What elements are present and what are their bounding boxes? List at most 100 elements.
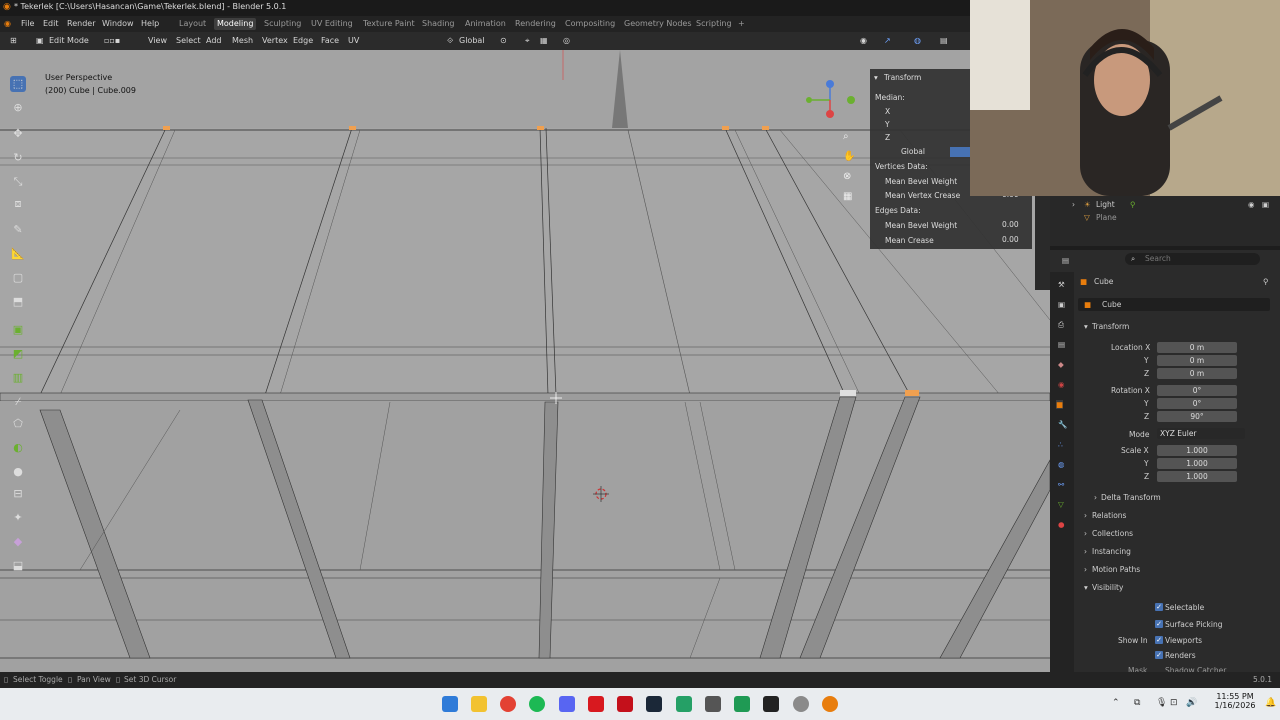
select-box-tool-icon[interactable]: ⬚ (10, 76, 26, 92)
physics-tab-icon[interactable]: ◍ (1058, 460, 1065, 469)
transform-section-header[interactable]: Transform (1092, 322, 1129, 331)
outliner-item-light[interactable]: Light (1096, 200, 1115, 209)
loop-cut-tool-icon[interactable]: ▥ (10, 370, 26, 386)
windows-start-icon[interactable] (442, 696, 458, 712)
rotation-mode-dropdown[interactable]: XYZ Euler (1157, 428, 1245, 439)
motion-paths-section[interactable]: Motion Paths (1092, 565, 1140, 574)
pin-icon[interactable]: ⚲ (1263, 277, 1269, 286)
renders-checkbox[interactable]: ✓ (1155, 651, 1163, 659)
delta-transform-expand-icon[interactable]: › (1094, 493, 1097, 502)
tab-animation[interactable]: Animation (462, 18, 509, 30)
tab-geometry-nodes[interactable]: Geometry Nodes (621, 18, 694, 30)
space-local-button[interactable] (950, 147, 970, 157)
instancing-section[interactable]: Instancing (1092, 547, 1131, 556)
file-explorer-icon[interactable] (471, 696, 487, 712)
spin-tool-icon[interactable]: ◐ (10, 440, 26, 456)
scene-tab-icon[interactable]: ◆ (1058, 360, 1064, 369)
relations-section[interactable]: Relations (1092, 511, 1126, 520)
menu-add[interactable]: Add (206, 36, 222, 45)
menu-face[interactable]: Face (321, 36, 339, 45)
blender-taskbar-icon[interactable] (822, 696, 838, 712)
app-green-icon[interactable] (676, 696, 692, 712)
data-tab-icon[interactable]: ▽ (1058, 500, 1064, 509)
pan-hand-icon[interactable]: ✋ (843, 151, 855, 162)
scale-z-field[interactable]: 1.000 (1157, 471, 1237, 482)
shrink-tool-icon[interactable]: ✦ (10, 510, 26, 526)
viewports-checkbox[interactable]: ✓ (1155, 636, 1163, 644)
editor-type-icon[interactable]: ⊞ (10, 36, 17, 45)
snap-icon[interactable]: ⌖ (525, 36, 530, 46)
tab-uv-editing[interactable]: UV Editing (308, 18, 356, 30)
eye-icon[interactable]: ◉ (1248, 200, 1255, 209)
network-icon[interactable]: ⊡ (1170, 698, 1178, 708)
menu-view[interactable]: View (148, 36, 167, 45)
xray-icon[interactable]: ▤ (940, 36, 948, 45)
transform-tool-icon[interactable]: ⧈ (10, 196, 26, 212)
notifications-icon[interactable]: 🔔 (1265, 698, 1276, 708)
transform-collapse-icon[interactable]: ▾ (1084, 322, 1088, 331)
constraints-tab-icon[interactable]: ⚯ (1058, 480, 1064, 489)
scale-y-field[interactable]: 1.000 (1157, 458, 1237, 469)
youtube-music-icon[interactable] (588, 696, 604, 712)
mean-crease-value[interactable]: 0.00 (1002, 235, 1019, 244)
space-global-button[interactable]: Global (901, 147, 925, 156)
extrude-tool-icon[interactable]: ⬒ (10, 294, 26, 310)
sidebar-tabs[interactable] (1035, 190, 1050, 290)
tab-compositing[interactable]: Compositing (562, 18, 618, 30)
tool-tab-icon[interactable]: ⚒ (1058, 280, 1065, 289)
outliner-expand-icon[interactable]: › (1072, 200, 1075, 209)
rotation-y-field[interactable]: 0° (1157, 398, 1237, 409)
menu-edge[interactable]: Edge (293, 36, 313, 45)
pivot-icon[interactable]: ⊙ (500, 36, 507, 45)
microphone-icon[interactable]: 🎙 (1156, 698, 1167, 708)
mode-dropdown[interactable]: Edit Mode (49, 36, 89, 45)
smooth-tool-icon[interactable]: ● (10, 464, 26, 480)
collapse-arrow-icon[interactable]: ▾ (874, 73, 878, 82)
taskbar-clock[interactable]: 11:55 PM 1/16/2026 (1210, 692, 1260, 710)
discord-icon[interactable] (559, 696, 575, 712)
delta-transform-section[interactable]: Delta Transform (1101, 493, 1161, 502)
poly-build-tool-icon[interactable]: ⬠ (10, 416, 26, 432)
app-black-icon[interactable] (763, 696, 779, 712)
rotate-tool-icon[interactable]: ↻ (10, 150, 26, 166)
visibility-section[interactable]: Visibility (1092, 583, 1123, 592)
modifier-tab-icon[interactable]: 🔧 (1058, 420, 1067, 429)
gizmo-icon[interactable]: ↗ (884, 36, 891, 45)
world-tab-icon[interactable]: ◉ (1058, 380, 1065, 389)
object-name-field[interactable]: ■ Cube (1078, 298, 1270, 311)
rotation-z-field[interactable]: 90° (1157, 411, 1237, 422)
scale-tool-icon[interactable]: ⤡ (10, 174, 26, 190)
scale-x-field[interactable]: 1.000 (1157, 445, 1237, 456)
app-red-icon[interactable] (617, 696, 633, 712)
add-workspace-icon[interactable]: + (735, 18, 748, 30)
view-layer-tab-icon[interactable]: ▤ (1058, 340, 1065, 349)
collections-section[interactable]: Collections (1092, 529, 1133, 538)
select-mode-icons[interactable]: ▫▫▪ (104, 36, 120, 45)
cursor-tool-icon[interactable]: ⊕ (10, 100, 26, 116)
material-tab-icon[interactable]: ● (1058, 520, 1065, 529)
props-editor-type-icon[interactable]: ▤ (1062, 256, 1069, 265)
zoom-icon[interactable]: ⌕ (843, 131, 849, 142)
particles-tab-icon[interactable]: ∴ (1058, 440, 1063, 449)
menu-select[interactable]: Select (176, 36, 201, 45)
collections-expand-icon[interactable]: › (1084, 529, 1087, 538)
bevel-tool-icon[interactable]: ◩ (10, 346, 26, 362)
overlay-icon[interactable]: ◍ (914, 36, 921, 45)
tab-scripting[interactable]: Scripting (693, 18, 735, 30)
selectable-checkbox[interactable]: ✓ (1155, 603, 1163, 611)
app-circle-icon[interactable] (793, 696, 809, 712)
render-tab-icon[interactable]: ▣ (1058, 300, 1065, 309)
location-y-field[interactable]: 0 m (1157, 355, 1237, 366)
snap-grid-icon[interactable]: ▦ (540, 36, 548, 45)
annotate-tool-icon[interactable]: ✎ (10, 222, 26, 238)
volume-icon[interactable]: 🔊 (1186, 698, 1197, 708)
visibility-collapse-icon[interactable]: ▾ (1084, 583, 1088, 592)
properties-search-field[interactable]: ⌕ Search (1125, 253, 1260, 265)
menu-vertex[interactable]: Vertex (262, 36, 288, 45)
rip-tool-icon[interactable]: ⬓ (10, 558, 26, 574)
app-gray-icon[interactable] (705, 696, 721, 712)
tray-chevron-icon[interactable]: ⌃ (1112, 698, 1120, 708)
shear-tool-icon[interactable]: ◆ (10, 534, 26, 550)
tab-rendering[interactable]: Rendering (512, 18, 559, 30)
outliner-item-plane[interactable]: Plane (1096, 213, 1117, 222)
